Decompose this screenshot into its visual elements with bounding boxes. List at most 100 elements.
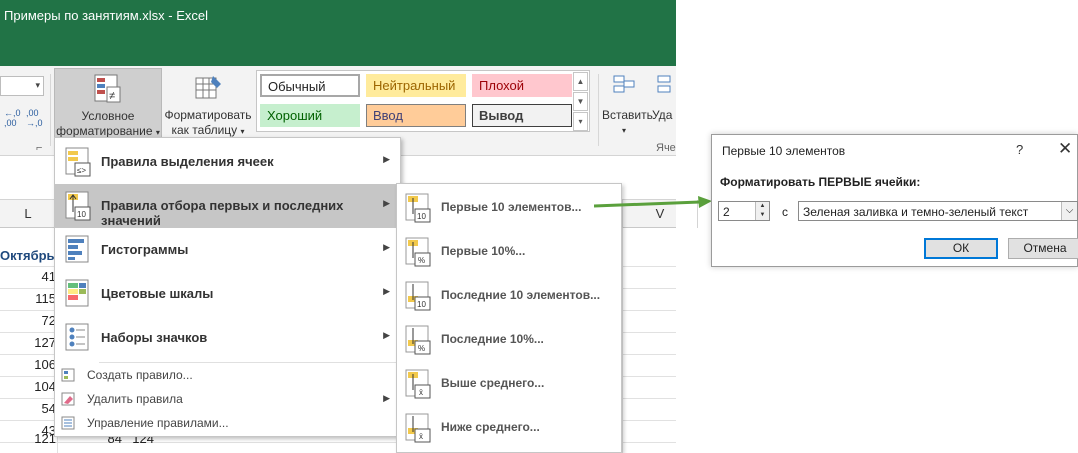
svg-text:≤>: ≤> — [77, 166, 86, 175]
top-bottom-rules-icon: 10 — [65, 191, 91, 221]
svg-text:x̄: x̄ — [419, 432, 423, 441]
cell-value[interactable]: 104 — [0, 379, 56, 394]
svg-text:%: % — [418, 256, 425, 265]
submenu-arrow-icon: ▶ — [383, 286, 390, 296]
dialog-label: Форматировать ПЕРВЫЕ ячейки: — [720, 175, 921, 189]
bottom-10-percent-icon: % — [405, 325, 431, 355]
svg-text:≠: ≠ — [109, 90, 115, 102]
submenu-item-label: Первые 10 элементов... — [441, 200, 582, 214]
style-bad[interactable]: Плохой — [472, 74, 572, 97]
style-input[interactable]: Ввод — [366, 104, 466, 127]
gallery-scroll-down-icon[interactable]: ▼ — [573, 92, 588, 111]
submenu-arrow-icon: ▶ — [383, 393, 390, 403]
style-good[interactable]: Хороший — [260, 104, 360, 127]
submenu-item-top-10[interactable]: 10 Первые 10 элементов... — [397, 186, 621, 230]
highlight-cells-rules-icon: ≤> — [65, 147, 91, 177]
group-separator — [598, 74, 599, 146]
cancel-button[interactable]: Отмена — [1008, 238, 1078, 259]
format-as-table-icon — [195, 76, 221, 99]
top-10-percent-icon: % — [405, 237, 431, 267]
format-select[interactable]: Зеленая заливка и темно-зеленый текст ⌵ — [798, 201, 1078, 221]
dialog-launcher-icon[interactable]: ⌐ — [36, 142, 42, 154]
insert-cells-icon — [613, 75, 635, 93]
number-format-box[interactable]: ▾ — [0, 76, 44, 96]
manage-rules-icon — [61, 416, 75, 430]
green-arrow-icon — [594, 196, 712, 208]
submenu-item-bottom-10[interactable]: 10 Последние 10 элементов... — [397, 274, 621, 318]
menu-item-label: Управление правилами... — [87, 416, 229, 430]
menu-item-new-rule[interactable]: Создать правило... — [55, 364, 400, 386]
ft-label-line2: как таблицу — [171, 123, 238, 137]
ok-button[interactable]: ОК — [924, 238, 998, 259]
conditional-formatting-menu: ≤> Правила выделения ячеек ▶ 10 Правила … — [54, 137, 401, 437]
submenu-arrow-icon: ▶ — [383, 330, 390, 340]
conditional-formatting-button[interactable]: ≠ Условное форматирование ▾ — [54, 68, 162, 140]
svg-text:%: % — [418, 344, 425, 353]
submenu-item-top-10-percent[interactable]: % Первые 10%... — [397, 230, 621, 274]
insert-label: Вставить — [602, 108, 653, 122]
decrease-decimal-icon[interactable]: ,00 →,0 — [26, 108, 43, 128]
submenu-arrow-icon: ▶ — [383, 154, 390, 164]
cell-value[interactable]: 54 — [0, 401, 56, 416]
chevron-down-icon: ▾ — [621, 126, 626, 135]
menu-item-manage-rules[interactable]: Управление правилами... — [55, 412, 400, 434]
style-output[interactable]: Вывод — [472, 104, 572, 127]
gallery-scroll-up-icon[interactable]: ▲ — [573, 72, 588, 91]
header-cell-october[interactable]: Октябрь — [0, 248, 55, 263]
menu-item-label: Цветовые шкалы — [101, 286, 214, 301]
submenu-item-label: Выше среднего... — [441, 376, 545, 390]
gallery-more-icon[interactable]: ▾ — [573, 112, 588, 131]
conditional-formatting-icon: ≠ — [94, 74, 121, 103]
menu-item-top-bottom-rules[interactable]: 10 Правила отбора первых и последних зна… — [55, 184, 400, 228]
delete-cells-button[interactable]: Уда — [652, 68, 682, 140]
top-bottom-submenu: 10 Первые 10 элементов... % Первые 10%..… — [396, 183, 622, 453]
with-label: с — [782, 205, 788, 219]
style-neutral[interactable]: Нейтральный — [366, 74, 466, 97]
insert-cells-button[interactable]: Вставить ▾ — [602, 68, 653, 140]
chevron-down-icon[interactable]: ⌵ — [1061, 202, 1077, 220]
cell-value[interactable]: 106 — [0, 357, 56, 372]
menu-separator — [99, 362, 399, 363]
menu-item-icon-sets[interactable]: Наборы значков ▶ — [55, 316, 400, 360]
svg-text:10: 10 — [417, 300, 426, 309]
submenu-item-bottom-10-percent[interactable]: % Последние 10%... — [397, 318, 621, 362]
cell-styles-gallery: Обычный Нейтральный Плохой Хороший Ввод … — [256, 70, 590, 132]
delete-label: Уда — [652, 108, 673, 122]
count-spinner[interactable]: 2 ▲ ▼ — [718, 201, 770, 221]
menu-item-label: Правила выделения ячеек — [101, 154, 274, 169]
submenu-item-label: Ниже среднего... — [441, 420, 540, 434]
svg-text:10: 10 — [77, 210, 86, 219]
clear-rules-icon — [61, 392, 75, 406]
format-as-table-button[interactable]: Форматировать как таблицу ▾ — [162, 68, 254, 140]
menu-item-color-scales[interactable]: Цветовые шкалы ▶ — [55, 272, 400, 316]
menu-item-label: Гистограммы — [101, 242, 189, 257]
cell-value[interactable]: 115 — [0, 291, 56, 306]
cf-label-line1: Условное — [81, 109, 135, 123]
ft-label-line1: Форматировать — [164, 108, 252, 122]
close-icon[interactable]: ✕ — [1058, 139, 1072, 159]
menu-item-highlight-rules[interactable]: ≤> Правила выделения ячеек ▶ — [55, 140, 400, 184]
menu-item-clear-rules[interactable]: Удалить правила ▶ — [55, 388, 400, 410]
cell-value[interactable]: 41 — [0, 269, 56, 284]
increase-decimal-icon[interactable]: ←,0,00 — [4, 108, 21, 128]
count-value[interactable]: 2 — [723, 205, 730, 219]
help-icon[interactable]: ? — [1016, 142, 1023, 157]
cell-value[interactable]: 72 — [0, 313, 56, 328]
submenu-item-above-average[interactable]: x̄ Выше среднего... — [397, 362, 621, 406]
submenu-item-label: Последние 10 элементов... — [441, 288, 601, 302]
icon-sets-icon — [65, 323, 89, 351]
chevron-down-icon[interactable]: ▾ — [35, 80, 40, 91]
cell-value[interactable]: 121 — [0, 431, 56, 446]
group-separator — [50, 74, 51, 146]
column-header-l[interactable]: L — [0, 200, 57, 228]
submenu-arrow-icon: ▶ — [383, 242, 390, 252]
format-select-value: Зеленая заливка и темно-зеленый текст — [803, 205, 1029, 219]
cell-value[interactable]: 127 — [0, 335, 56, 350]
menu-item-label: Удалить правила — [87, 392, 183, 406]
delete-cells-icon — [657, 75, 671, 93]
style-normal[interactable]: Обычный — [260, 74, 360, 97]
submenu-item-below-average[interactable]: x̄ Ниже среднего... — [397, 406, 621, 450]
menu-item-data-bars[interactable]: Гистограммы ▶ — [55, 228, 400, 272]
spin-up-icon[interactable]: ▲ — [755, 202, 769, 211]
spin-down-icon[interactable]: ▼ — [755, 211, 769, 220]
